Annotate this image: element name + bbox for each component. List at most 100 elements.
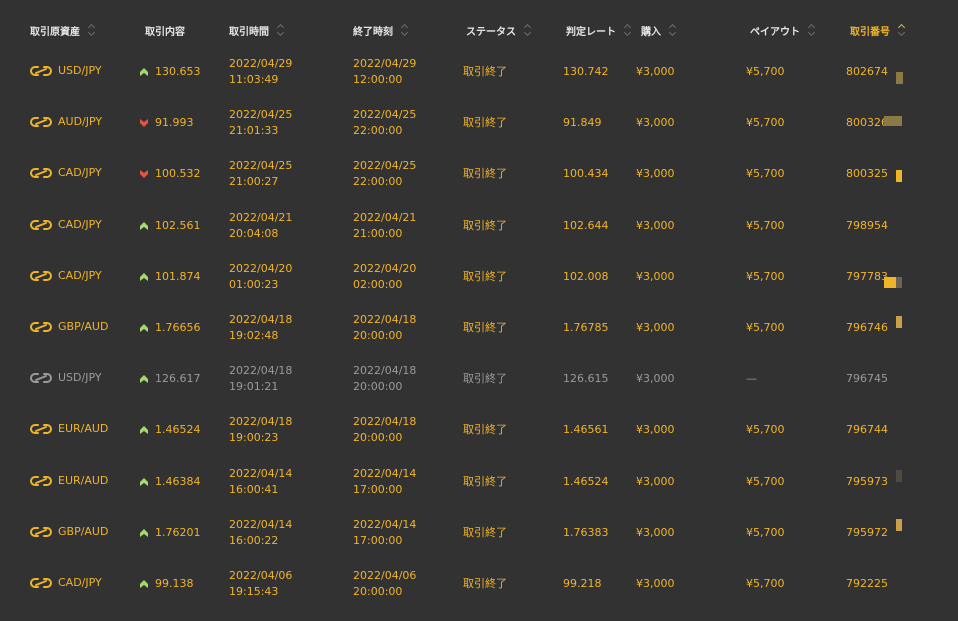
- redaction-mark: [884, 116, 902, 127]
- payout-cell: ¥5,700: [746, 218, 785, 232]
- end-time-cell: 2022/04/21 21:00:00: [353, 210, 416, 242]
- table-row[interactable]: EUR/AUD 1.46524 2022/04/18 19:00:23 2022/04/…: [0, 415, 958, 467]
- trade-content-cell: 91.993: [140, 115, 194, 131]
- asset-cell: EUR/AUD: [30, 473, 108, 489]
- end-clock: 12:00:00: [353, 73, 403, 86]
- up-arrow-icon: [140, 323, 148, 332]
- end-date: 2022/04/18: [353, 364, 417, 378]
- purchase-cell: ¥3,000: [636, 576, 675, 590]
- trade-content-cell: 101.874: [140, 269, 201, 285]
- trade-clock: 16:00:41: [229, 482, 279, 496]
- column-header-buy[interactable]: 購入: [641, 22, 677, 38]
- judge-rate-cell: 99.218: [563, 576, 602, 590]
- table-row[interactable]: GBP/AUD 1.76656 2022/04/18 19:02:48 2022/04/…: [0, 312, 958, 365]
- trade-time-cell: 2022/04/14 16:00:22: [229, 517, 292, 549]
- end-time-cell: 2022/04/25 22:00:00: [353, 107, 416, 139]
- table-row[interactable]: CAD/JPY 99.138 2022/04/06 19:15:43 2022/04/0…: [0, 568, 958, 621]
- column-header-rate[interactable]: 判定レート: [566, 22, 632, 38]
- column-header-label: 取引内容: [145, 26, 185, 38]
- entry-rate: 1.46384: [155, 474, 201, 488]
- status-cell: 取引終了: [463, 167, 507, 181]
- redaction-mark: [884, 276, 896, 288]
- purchase-cell: ¥3,000: [636, 116, 675, 130]
- link-chain-icon: [30, 168, 52, 179]
- trade-date: 2022/04/21: [229, 210, 293, 224]
- sort-chevrons-icon[interactable]: [898, 24, 906, 36]
- entry-rate: 130.653: [155, 65, 201, 78]
- end-clock: 20:00:00: [353, 584, 403, 598]
- purchase-cell: ¥3,000: [636, 269, 675, 283]
- trade-content-cell: 100.532: [140, 166, 201, 182]
- sort-chevrons-icon[interactable]: [808, 24, 816, 36]
- trade-history-table: USD/JPY 130.653 2022/04/29 11:03:49 2022/04/…: [0, 57, 958, 621]
- asset-cell: USD/JPY: [30, 370, 102, 386]
- table-row[interactable]: CAD/JPY 100.532 2022/04/25 21:00:27 2022/04/…: [0, 159, 958, 211]
- status-cell: 取引終了: [463, 525, 507, 539]
- trade-id-cell: 795972: [846, 525, 888, 539]
- end-date: 2022/04/18: [353, 415, 417, 429]
- asset-cell: CAD/JPY: [30, 165, 102, 181]
- sort-chevrons-icon[interactable]: [524, 24, 532, 36]
- redaction-mark: [896, 170, 902, 183]
- trade-id-cell: 792225: [846, 576, 888, 590]
- link-chain-icon: [30, 424, 52, 435]
- column-header-asset[interactable]: 取引原資産: [30, 22, 96, 38]
- purchase-cell: ¥3,000: [636, 167, 675, 181]
- sort-chevrons-icon[interactable]: [624, 24, 632, 36]
- trade-id-cell: 800326: [846, 116, 888, 130]
- trade-id-cell: 798954: [846, 218, 888, 232]
- trade-date: 2022/04/18: [229, 415, 293, 429]
- asset-cell: AUD/JPY: [30, 114, 102, 130]
- redaction-mark: [896, 315, 902, 328]
- table-row[interactable]: EUR/AUD 1.46384 2022/04/14 16:00:41 2022/04/…: [0, 467, 958, 519]
- column-header-end[interactable]: 終了時刻: [353, 22, 409, 38]
- asset-cell: CAD/JPY: [30, 268, 102, 284]
- trade-id-cell: 800325: [846, 167, 888, 181]
- table-row[interactable]: AUD/JPY 91.993 2022/04/25 21:01:33 2022/04/2…: [0, 107, 958, 160]
- table-row[interactable]: GBP/AUD 1.76201 2022/04/14 16:00:22 2022/04/…: [0, 517, 958, 570]
- column-header-status[interactable]: ステータス: [466, 22, 532, 38]
- asset-name: USD/JPY: [58, 64, 102, 77]
- sort-chevrons-icon[interactable]: [277, 24, 285, 36]
- column-header-label: 判定レート: [566, 26, 616, 38]
- sort-chevrons-icon[interactable]: [88, 24, 96, 36]
- asset-cell: GBP/AUD: [30, 319, 108, 335]
- column-header-content[interactable]: 取引内容: [145, 22, 185, 38]
- table-row[interactable]: CAD/JPY 101.874 2022/04/20 01:00:23 2022/04/…: [0, 262, 958, 314]
- table-row[interactable]: USD/JPY 126.617 2022/04/18 19:01:21 2022/04/…: [0, 364, 958, 416]
- end-clock: 20:00:00: [353, 431, 403, 445]
- end-clock: 21:00:00: [353, 226, 403, 240]
- trade-date: 2022/04/14: [229, 517, 293, 531]
- payout-cell: ¥5,700: [746, 474, 785, 488]
- status-cell: 取引終了: [463, 65, 507, 78]
- redaction-mark: [896, 469, 902, 482]
- status-cell: 取引終了: [463, 423, 507, 437]
- column-header-payout[interactable]: ペイアウト: [750, 22, 816, 38]
- end-clock: 22:00:00: [353, 175, 403, 189]
- judge-rate-cell: 1.46524: [563, 474, 609, 488]
- trade-time-cell: 2022/04/06 19:15:43: [229, 568, 292, 600]
- trade-content-cell: 1.76656: [140, 320, 201, 336]
- up-arrow-icon: [140, 272, 148, 281]
- payout-cell: ¥5,700: [746, 65, 785, 78]
- table-row[interactable]: USD/JPY 130.653 2022/04/29 11:03:49 2022/04/…: [0, 57, 958, 109]
- asset-name: GBP/AUD: [58, 524, 109, 538]
- sort-chevrons-icon[interactable]: [401, 24, 409, 36]
- table-row[interactable]: CAD/JPY 102.561 2022/04/21 20:04:08 2022/04/…: [0, 210, 958, 263]
- payout-cell: ¥5,700: [746, 116, 785, 130]
- asset-name: USD/JPY: [58, 371, 102, 385]
- sort-chevrons-icon[interactable]: [669, 24, 677, 36]
- trade-time-cell: 2022/04/18 19:02:48: [229, 312, 292, 344]
- column-header-tid[interactable]: 取引番号: [850, 22, 906, 38]
- purchase-cell: ¥3,000: [636, 525, 675, 539]
- link-chain-icon: [30, 475, 52, 486]
- column-header-time[interactable]: 取引時間: [229, 22, 285, 38]
- status-cell: 取引終了: [463, 269, 507, 283]
- link-chain-icon: [30, 66, 52, 76]
- trade-clock: 19:00:23: [229, 431, 279, 445]
- purchase-cell: ¥3,000: [636, 372, 675, 386]
- entry-rate: 100.532: [155, 167, 201, 181]
- trade-content-cell: 1.46384: [140, 474, 201, 490]
- column-header-label: 取引番号: [850, 26, 890, 38]
- entry-rate: 1.76201: [155, 525, 201, 539]
